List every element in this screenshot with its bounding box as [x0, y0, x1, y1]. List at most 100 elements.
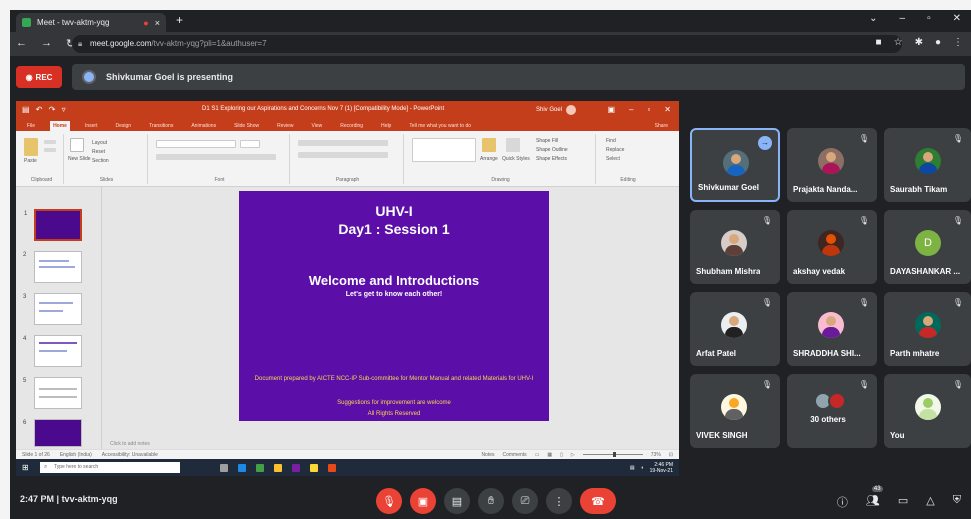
captions-button[interactable]: ▤ — [444, 488, 470, 514]
host-controls-icon[interactable]: ⛨ — [953, 494, 961, 510]
ppt-tab-home[interactable]: Home — [50, 121, 70, 131]
paste-icon[interactable] — [24, 138, 38, 156]
participant-tile[interactable]: 🎙︎ akshay vedak — [787, 210, 877, 284]
find-button[interactable]: Find — [606, 138, 616, 144]
back-icon[interactable]: ← — [16, 37, 27, 50]
participant-tile[interactable]: 🎙︎ Shubham Mishra — [690, 210, 780, 284]
font-format-buttons[interactable] — [156, 154, 276, 160]
comments-button[interactable]: Comments — [503, 452, 527, 458]
copy-icon[interactable] — [44, 148, 56, 152]
font-size-box[interactable] — [240, 140, 260, 148]
participant-tile-self[interactable]: 🎙︎ You — [884, 374, 971, 448]
arrange-icon[interactable] — [482, 138, 496, 152]
bookmark-star-icon[interactable]: ☆ — [894, 37, 903, 48]
slide-thumbnail[interactable]: 6 — [23, 419, 82, 447]
participant-tile[interactable]: 🎙︎ D DAYASHANKAR ... — [884, 210, 971, 284]
teams-icon[interactable] — [292, 463, 300, 472]
new-slide-icon[interactable] — [70, 138, 84, 152]
ppt-share-button[interactable]: Share — [652, 121, 671, 131]
new-tab-button[interactable]: + — [176, 13, 183, 27]
ppt-tab-slideshow[interactable]: Slide Show — [231, 121, 262, 131]
maximize-icon[interactable]: ▫ — [927, 13, 931, 24]
ppt-tab-file[interactable]: File — [24, 121, 38, 131]
shape-fill-button[interactable]: Shape Fill — [536, 138, 558, 144]
participant-tile[interactable]: 🎙︎ SHRADDHA SHI... — [787, 292, 877, 366]
participant-tile[interactable]: 🎙︎ Saurabh Tikam — [884, 128, 971, 202]
extensions-icon[interactable]: ✱ — [915, 37, 923, 48]
ppt-user[interactable]: Shiv Goel — [536, 105, 577, 115]
tab-close-icon[interactable]: × — [155, 18, 160, 28]
quick-access-toolbar[interactable]: ▤ ↶ ↷ ▿ — [22, 105, 68, 114]
ppt-tab-transitions[interactable]: Transitions — [146, 121, 176, 131]
normal-view-icon[interactable]: ▭ — [535, 452, 540, 458]
sorter-view-icon[interactable]: ▦ — [547, 452, 552, 458]
shape-effects-button[interactable]: Shape Effects — [536, 156, 567, 162]
store-icon[interactable] — [256, 463, 264, 472]
fit-slide-icon[interactable]: ⊡ — [669, 452, 673, 458]
section-button[interactable]: Section — [92, 158, 109, 164]
align-buttons[interactable] — [298, 152, 388, 158]
current-slide[interactable]: UHV-I Day1 : Session 1 Welcome and Intro… — [239, 191, 549, 421]
ppt-tab-insert[interactable]: Insert — [82, 121, 101, 131]
close-window-icon[interactable]: ✕ — [953, 13, 961, 24]
camera-off-button[interactable]: ▣ — [410, 488, 436, 514]
slide-thumbnail[interactable]: 4 — [23, 335, 82, 367]
ppt-tab-review[interactable]: Review — [274, 121, 296, 131]
zoom-slider-knob[interactable] — [612, 452, 616, 457]
tray-volume-icon[interactable]: ◖ — [641, 465, 644, 471]
participant-tile-others[interactable]: 🎙︎ 30 others — [787, 374, 877, 448]
people-icon[interactable]: 👥︎ 43 — [866, 486, 883, 510]
forward-icon[interactable]: → — [41, 37, 52, 50]
profile-avatar-icon[interactable]: ● — [935, 37, 941, 48]
ppt-close-icon[interactable]: ✕ — [664, 105, 671, 114]
meeting-details-icon[interactable]: ⓘ — [837, 494, 848, 510]
ppt-minimize-icon[interactable]: – — [629, 105, 633, 114]
participant-tile[interactable]: 🎙︎ Parth mhatre — [884, 292, 971, 366]
chat-icon[interactable]: ▭ — [898, 494, 908, 510]
taskbar-search-box[interactable]: ⌕ Type here to search — [40, 462, 180, 473]
participant-tile[interactable]: 🎙︎ VIVEK SINGH — [690, 374, 780, 448]
select-button[interactable]: Select — [606, 156, 620, 162]
ppt-tab-help[interactable]: Help — [378, 121, 394, 131]
file-explorer-icon[interactable] — [310, 463, 318, 472]
participant-tile[interactable]: 🎙︎ Arfat Patel — [690, 292, 780, 366]
tray-network-icon[interactable]: ▤ — [630, 465, 635, 471]
slideshow-view-icon[interactable]: ▷ — [571, 452, 575, 458]
language-status[interactable]: English (India) — [60, 452, 92, 458]
list-buttons[interactable] — [298, 140, 388, 146]
windows-start-icon[interactable]: ⊞ — [22, 463, 34, 472]
reset-button[interactable]: Reset — [92, 149, 105, 155]
reading-view-icon[interactable]: ▯ — [560, 452, 563, 458]
taskbar-clock[interactable]: 2:46 PM 19-Nov-21 — [650, 462, 673, 474]
leave-call-button[interactable]: ☎︎ — [580, 488, 616, 514]
ppt-tell-me[interactable]: Tell me what you want to do — [406, 121, 474, 131]
url-field[interactable]: 🔒︎ meet.google.com/tvv-aktm-yqg?pli=1&au… — [72, 35, 902, 53]
accessibility-status[interactable]: Accessibility: Unavailable — [102, 452, 158, 458]
browser-tab-meet[interactable]: Meet - twv-aktm-yqg ● × — [16, 13, 166, 32]
ppt-tab-design[interactable]: Design — [112, 121, 134, 131]
slide-thumbnail[interactable]: 1 — [24, 209, 82, 241]
zoom-level[interactable]: 73% — [651, 452, 661, 458]
quick-styles-icon[interactable] — [506, 138, 520, 152]
participant-tile[interactable]: 🎙︎ Prajakta Nanda... — [787, 128, 877, 202]
cut-icon[interactable] — [44, 140, 56, 144]
edge-icon[interactable] — [238, 463, 246, 472]
notes-placeholder[interactable]: Click to add notes — [104, 439, 679, 449]
shape-outline-button[interactable]: Shape Outline — [536, 147, 568, 153]
present-screen-button[interactable]: ⎚ — [512, 488, 538, 514]
participant-tile[interactable]: → Shivkumar Goel — [690, 128, 780, 202]
ppt-tab-recording[interactable]: Recording — [337, 121, 366, 131]
ribbon-display-icon[interactable]: ▣ — [607, 105, 615, 114]
notes-button[interactable]: Notes — [481, 452, 494, 458]
menu-kebab-icon[interactable]: ⋮ — [953, 37, 963, 48]
slide-thumbnail[interactable]: 2 — [23, 251, 82, 283]
font-name-box[interactable] — [156, 140, 236, 148]
more-options-button[interactable]: ⋮ — [546, 488, 572, 514]
mic-off-button[interactable]: 🎙︎ — [376, 488, 402, 514]
camera-indicator-icon[interactable]: ■ — [876, 37, 882, 48]
tab-search-icon[interactable]: ⌄ — [869, 13, 877, 24]
shapes-gallery[interactable] — [412, 138, 476, 162]
slide-thumbnail[interactable]: 3 — [23, 293, 82, 325]
ppt-restore-icon[interactable]: ▫ — [647, 105, 650, 114]
ppt-tab-animations[interactable]: Animations — [188, 121, 219, 131]
